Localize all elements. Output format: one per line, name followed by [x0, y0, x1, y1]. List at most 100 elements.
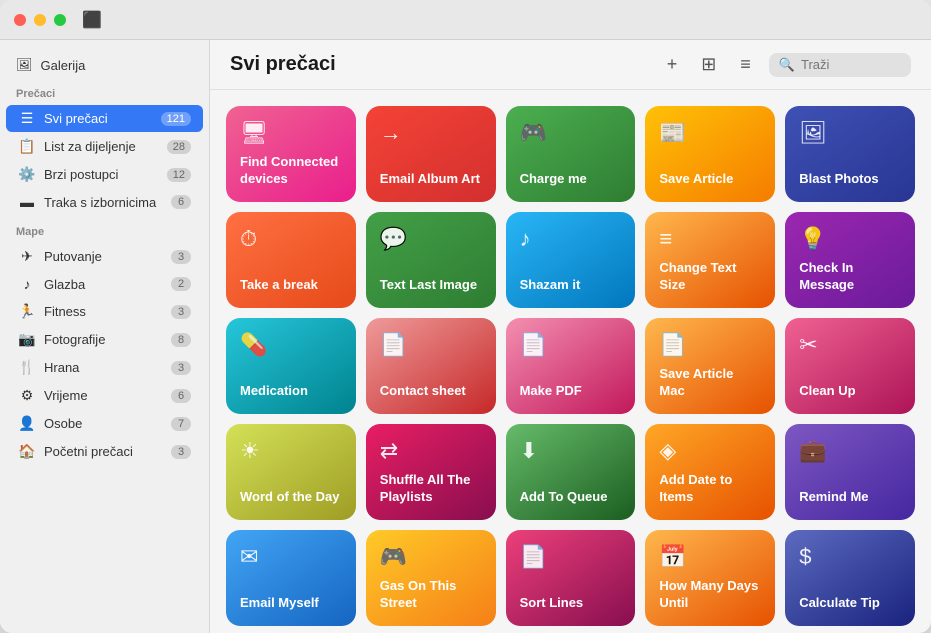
list-za-dijeljenje-label: List za dijeljenje [44, 139, 136, 154]
shortcut-card-how-many-days[interactable]: 📅 How Many Days Until [645, 530, 775, 626]
brzi-postupci-badge: 12 [167, 168, 191, 182]
main-window: ⬛ 🖼 Galerija Prečaci ☰ Svi prečaci 121 📋… [0, 0, 931, 633]
fitness-badge: 3 [171, 305, 191, 319]
shortcut-card-shazam-it[interactable]: ♪ Shazam it [506, 212, 636, 308]
shortcut-card-find-connected[interactable]: 🖥 Find Connected devices [226, 106, 356, 202]
fitness-label: Fitness [44, 304, 86, 319]
shortcut-card-change-text-size[interactable]: ≡ Change Text Size [645, 212, 775, 308]
osobe-badge: 7 [171, 417, 191, 431]
sidebar-item-hrana[interactable]: 🍴 Hrana 3 [6, 354, 203, 381]
shortcut-icon-medication: 💊 [240, 332, 342, 358]
shortcut-card-blast-photos[interactable]: 🖼 Blast Photos [785, 106, 915, 202]
sidebar-item-osobe[interactable]: 👤 Osobe 7 [6, 410, 203, 437]
shortcut-card-save-article[interactable]: 📰 Save Article [645, 106, 775, 202]
shortcut-icon-make-pdf: 📄 [520, 332, 622, 358]
shortcut-label-how-many-days: How Many Days Until [659, 578, 761, 612]
shortcut-card-calculate-tip[interactable]: $ Calculate Tip [785, 530, 915, 626]
shortcut-icon-clean-up: ✂ [799, 332, 901, 358]
search-input[interactable] [801, 57, 901, 72]
shortcut-label-medication: Medication [240, 383, 342, 400]
list-view-button[interactable]: ≡ [734, 50, 757, 79]
shortcut-card-save-article-mac[interactable]: 📄 Save Article Mac [645, 318, 775, 414]
close-button[interactable] [14, 14, 26, 26]
shortcut-label-blast-photos: Blast Photos [799, 171, 901, 188]
shortcut-icon-charge-me: 🎮 [520, 120, 622, 146]
sidebar-item-glazba[interactable]: ♪ Glazba 2 [6, 271, 203, 297]
section-label-precaci: Prečaci [0, 78, 209, 104]
gallery-label: Galerija [41, 58, 86, 73]
shortcut-card-shuffle-playlists[interactable]: ⇄ Shuffle All The Playlists [366, 424, 496, 520]
pocetni-badge: 3 [171, 445, 191, 459]
osobe-icon: 👤 [18, 415, 36, 432]
sidebar-gallery[interactable]: 🖼 Galerija [0, 52, 209, 78]
sidebar: 🖼 Galerija Prečaci ☰ Svi prečaci 121 📋 L… [0, 40, 210, 633]
fotografije-badge: 8 [171, 333, 191, 347]
fitness-icon: 🏃 [18, 303, 36, 320]
shortcut-icon-save-article-mac: 📄 [659, 332, 761, 358]
sidebar-item-fotografije[interactable]: 📷 Fotografije 8 [6, 326, 203, 353]
shortcut-icon-add-date-items: ◈ [659, 438, 761, 464]
shortcut-icon-email-album: → [380, 120, 482, 146]
shortcut-card-gas-on-street[interactable]: 🎮 Gas On This Street [366, 530, 496, 626]
shortcut-label-contact-sheet: Contact sheet [380, 383, 482, 400]
shortcut-icon-how-many-days: 📅 [659, 544, 761, 570]
maximize-button[interactable] [54, 14, 66, 26]
shortcut-icon-shuffle-playlists: ⇄ [380, 438, 482, 464]
shortcut-label-sort-lines: Sort Lines [520, 595, 622, 612]
shortcut-icon-email-myself: ✉ [240, 544, 342, 570]
shortcut-card-charge-me[interactable]: 🎮 Charge me [506, 106, 636, 202]
sidebar-item-fitness[interactable]: 🏃 Fitness 3 [6, 298, 203, 325]
shortcut-card-clean-up[interactable]: ✂ Clean Up [785, 318, 915, 414]
sidebar-toggle-icon[interactable]: ⬛ [82, 10, 102, 30]
brzi-postupci-icon: ⚙️ [18, 166, 36, 183]
minimize-button[interactable] [34, 14, 46, 26]
shortcuts-grid: 🖥 Find Connected devices → Email Album A… [210, 90, 931, 633]
shortcut-card-make-pdf[interactable]: 📄 Make PDF [506, 318, 636, 414]
section-label-mape: Mape [0, 216, 209, 242]
fotografije-label: Fotografije [44, 332, 105, 347]
grid-view-button[interactable]: ⊞ [695, 50, 722, 79]
shortcut-label-word-of-day: Word of the Day [240, 489, 342, 506]
sidebar-item-vrijeme[interactable]: ⚙ Vrijeme 6 [6, 382, 203, 409]
vrijeme-icon: ⚙ [18, 387, 36, 404]
traka-badge: 6 [171, 195, 191, 209]
shortcut-card-word-of-day[interactable]: ☀ Word of the Day [226, 424, 356, 520]
shortcut-card-contact-sheet[interactable]: 📄 Contact sheet [366, 318, 496, 414]
shortcut-card-text-last-image[interactable]: 💬 Text Last Image [366, 212, 496, 308]
vrijeme-label: Vrijeme [44, 388, 88, 403]
shortcut-label-shuffle-playlists: Shuffle All The Playlists [380, 472, 482, 506]
add-button[interactable]: + [661, 50, 684, 79]
sidebar-item-traka-s-izbornicima[interactable]: ▬ Traka s izbornicima 6 [6, 189, 203, 215]
sidebar-item-brzi-postupci[interactable]: ⚙️ Brzi postupci 12 [6, 161, 203, 188]
shortcut-card-sort-lines[interactable]: 📄 Sort Lines [506, 530, 636, 626]
sidebar-item-pocetni-precaci[interactable]: 🏠 Početni prečaci 3 [6, 438, 203, 465]
putovanje-label: Putovanje [44, 249, 102, 264]
list-za-dijeljenje-icon: 📋 [18, 138, 36, 155]
shortcut-card-add-date-items[interactable]: ◈ Add Date to Items [645, 424, 775, 520]
shortcut-label-check-in-message: Check In Message [799, 260, 901, 294]
svi-precaci-badge: 121 [161, 112, 191, 126]
shortcut-icon-add-to-queue: ⬇ [520, 438, 622, 464]
shortcut-label-make-pdf: Make PDF [520, 383, 622, 400]
shortcut-label-save-article: Save Article [659, 171, 761, 188]
shortcut-icon-word-of-day: ☀ [240, 438, 342, 464]
shortcut-card-take-a-break[interactable]: ⏱ Take a break [226, 212, 356, 308]
shortcut-label-remind-me: Remind Me [799, 489, 901, 506]
sidebar-item-list-za-dijeljenje[interactable]: 📋 List za dijeljenje 28 [6, 133, 203, 160]
shortcut-card-email-myself[interactable]: ✉ Email Myself [226, 530, 356, 626]
search-icon: 🔍 [779, 57, 795, 73]
shortcut-card-email-album[interactable]: → Email Album Art [366, 106, 496, 202]
shortcut-card-remind-me[interactable]: 💼 Remind Me [785, 424, 915, 520]
shortcut-card-add-to-queue[interactable]: ⬇ Add To Queue [506, 424, 636, 520]
shortcut-label-calculate-tip: Calculate Tip [799, 595, 901, 612]
sidebar-item-svi-precaci[interactable]: ☰ Svi prečaci 121 [6, 105, 203, 132]
main-content: Svi prečaci + ⊞ ≡ 🔍 🖥 Find Connected dev… [210, 40, 931, 633]
shortcut-card-check-in-message[interactable]: 💡 Check In Message [785, 212, 915, 308]
shortcut-icon-calculate-tip: $ [799, 544, 901, 570]
shortcut-label-charge-me: Charge me [520, 171, 622, 188]
fotografije-icon: 📷 [18, 331, 36, 348]
sidebar-item-putovanje[interactable]: ✈ Putovanje 3 [6, 243, 203, 270]
shortcut-card-medication[interactable]: 💊 Medication [226, 318, 356, 414]
shortcut-label-save-article-mac: Save Article Mac [659, 366, 761, 400]
search-box: 🔍 [769, 53, 911, 77]
